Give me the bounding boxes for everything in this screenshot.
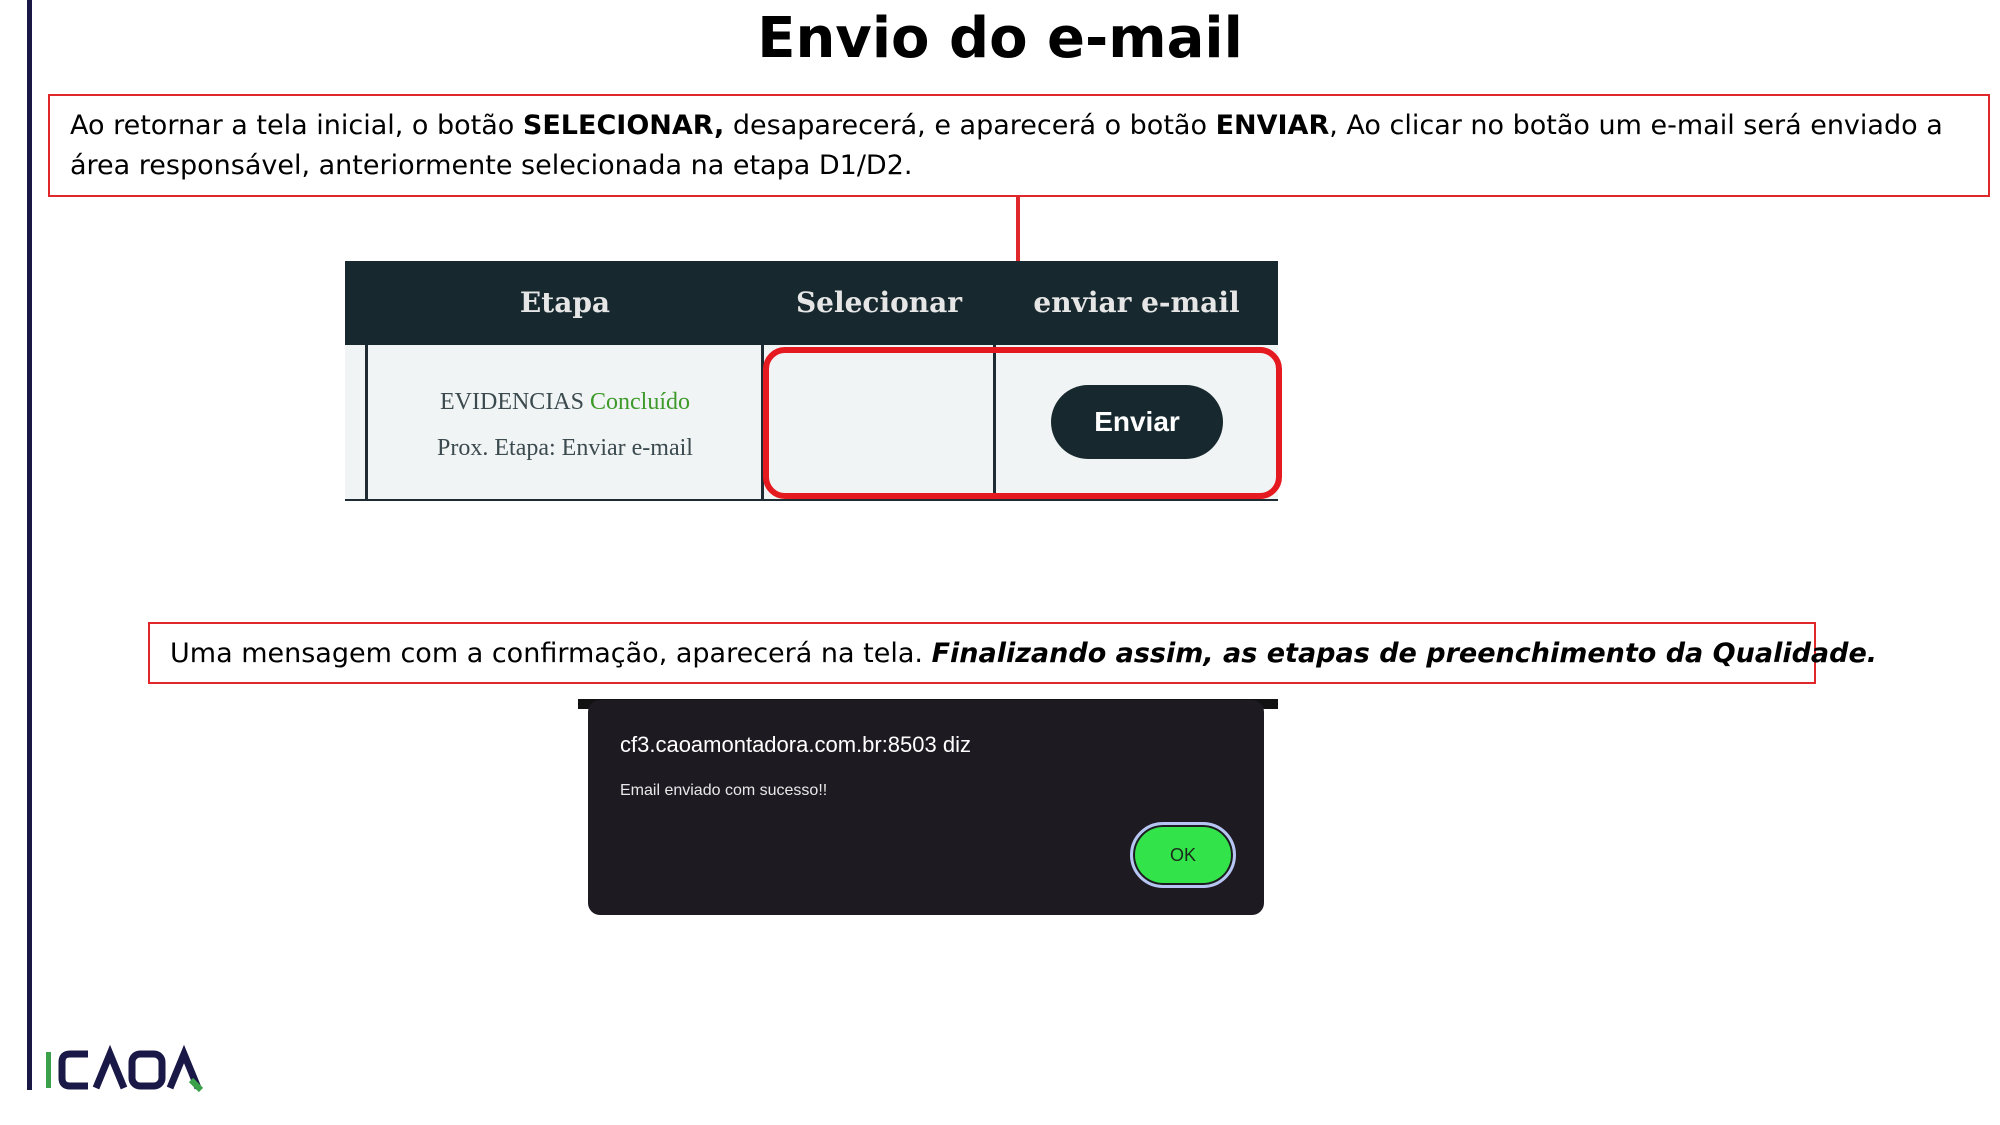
page-title: Envio do e-mail [757,6,1243,71]
instruction-callout-top: Ao retornar a tela inicial, o botão SELE… [48,94,1990,197]
caoa-logo [46,1044,204,1092]
callout-bold-enviar: ENVIAR [1215,110,1330,141]
callout-text-1: Ao retornar a tela inicial, o botão [70,110,523,141]
etapa-status-line: EVIDENCIAS Concluído [367,379,763,425]
header-etapa: Etapa [519,286,611,319]
highlight-box [763,347,1282,499]
callout-bold-selecionar: SELECIONAR, [522,110,725,141]
left-accent-bar [27,0,32,1090]
dialog-message: Email enviado com sucesso!! [620,782,828,799]
dialog-title: cf3.caoamontadora.com.br:8503 diz [620,732,971,757]
header-enviar-email: enviar e-mail [1033,286,1240,319]
etapa-name: EVIDENCIAS [440,389,584,415]
logo-green-bar [46,1052,51,1088]
etapa-cell: EVIDENCIAS Concluído Prox. Etapa: Enviar… [367,379,763,471]
logo-green-accent [188,1077,204,1092]
header-selecionar: Selecionar [795,286,963,319]
logo-letter-o [128,1050,166,1090]
confirmation-dialog: cf3.caoamontadora.com.br:8503 diz Email … [588,700,1264,915]
callout-text-2: desaparecerá, e aparecerá o botão [724,110,1216,141]
callout-bottom-emphasis: Finalizando assim, as etapas de preenchi… [931,638,1878,669]
next-step: Prox. Etapa: Enviar e-mail [437,435,693,461]
table-header: Etapa Selecionar enviar e-mail [345,261,1278,345]
instruction-callout-bottom: Uma mensagem com a confirmação, aparecer… [148,622,1877,684]
callout-bottom-text: Uma mensagem com a confirmação, aparecer… [170,638,932,669]
etapa-status: Concluído [590,389,690,415]
ok-button[interactable]: OK [1130,822,1236,888]
logo-letter-a [92,1044,128,1090]
logo-letter-c [58,1050,88,1090]
